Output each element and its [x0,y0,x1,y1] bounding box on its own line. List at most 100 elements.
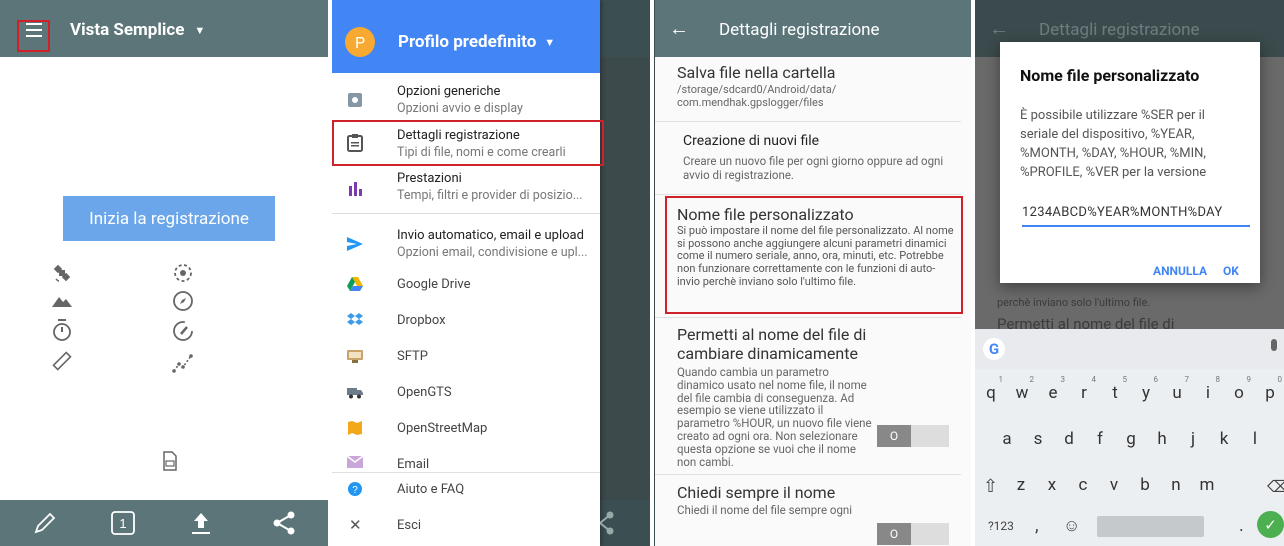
drawer-item-subtitle: Opzioni email, condivisione e upl... [397,245,588,260]
drawer-item-openstreetmap[interactable]: OpenStreetMap [330,412,600,446]
pref-custom-filename[interactable]: Nome file personalizzato Si può impostar… [665,196,963,314]
keyboard-key[interactable]: b [1131,465,1159,505]
bar-chart-icon [349,182,362,196]
navigation-drawer: P Profilo predefinito ▼ Opzioni generiche… [330,0,604,546]
drawer-item-title: SFTP [397,349,428,364]
keyboard-key[interactable]: j [1179,419,1207,459]
keyboard-key[interactable]: q1 [977,373,1005,413]
drawer-item-exit[interactable]: ✕ Esci [330,513,600,543]
keyboard-key[interactable]: y6 [1132,373,1160,413]
close-icon: ✕ [349,516,362,534]
ok-button[interactable]: OK [1223,264,1239,278]
keyboard-key[interactable]: f [1086,419,1114,459]
keyboard-key[interactable]: l [1241,419,1269,459]
cancel-button[interactable]: ANNULLA [1153,264,1207,278]
dimmed-text: perchè inviano solo l'ultimo file. [997,296,1151,309]
key-hint: 1 [998,375,1004,384]
microphone-icon[interactable] [1271,339,1277,351]
drawer-item-email[interactable]: Email [330,448,600,470]
help-icon: ? [348,482,362,496]
view-selector[interactable]: Vista Semplice ▼ [70,20,205,40]
email-icon [347,456,363,468]
keyboard-key[interactable]: z [1007,465,1035,505]
keyboard-key[interactable]: k [1210,419,1238,459]
keyboard-suggestion-bar: G [975,329,1284,369]
ask-filename-toggle[interactable]: O [877,523,949,545]
keyboard-key[interactable]: p0 [1256,373,1284,413]
main-screen: Vista Semplice ▼ Inizia la registrazione… [0,0,330,546]
satellite-icon [53,264,71,282]
annotate-pencil-icon[interactable] [32,510,58,536]
keyboard-key[interactable]: d [1055,419,1083,459]
pref-dynamic-filename[interactable]: Permetti al nome del file di cambiare di… [655,320,975,470]
pref-summary: Quando cambia un parametro dinamico usat… [677,365,872,469]
pref-summary: Chiedi il nome del file sempre ogni [677,503,853,517]
back-arrow-icon[interactable]: ← [669,16,689,41]
spacebar[interactable] [1097,516,1204,537]
enter-check-button[interactable]: ✓ [1257,511,1284,538]
keyboard-key[interactable]: r4 [1070,373,1098,413]
google-icon[interactable]: G [983,338,1005,360]
upload-icon[interactable] [188,510,214,536]
filename-input[interactable]: 1234ABCD%YEAR%MONTH%DAY [1022,205,1250,227]
symbols-key[interactable]: ?123 [988,519,1014,533]
share-icon[interactable] [271,510,297,536]
keyboard-key[interactable]: s [1024,419,1052,459]
drawer-item-google-drive[interactable]: Google Drive [330,268,600,302]
drawer-header[interactable]: P Profilo predefinito ▼ [330,0,600,73]
keyboard-key[interactable]: h [1148,419,1176,459]
file-icon [163,451,177,471]
pref-new-file[interactable]: Creazione di nuovi file Creare un nuovo … [655,122,975,194]
backspace-icon[interactable]: ⌫ [1267,477,1284,496]
keyboard-key[interactable]: i8 [1194,373,1222,413]
dynamic-filename-toggle[interactable]: O [877,425,949,447]
dimmed-title: Dettagli registrazione [1039,20,1200,40]
view-title: Vista Semplice [70,20,185,40]
shift-icon[interactable]: ⇧ [983,476,998,497]
single-point-icon[interactable]: 1 [110,510,136,536]
keyboard-key[interactable]: n [1162,465,1190,505]
period-key[interactable]: . [1239,515,1244,536]
drawer-item-autosend[interactable]: Invio automatico, email e upload Opzioni… [330,224,600,264]
filename-input-value: 1234ABCD%YEAR%MONTH%DAY [1022,205,1223,220]
drawer-item-title: Aiuto e FAQ [397,482,465,497]
start-logging-button[interactable]: Inizia la registrazione [63,196,275,241]
drawer-divider [330,213,600,214]
pref-title: Creazione di nuovi file [683,133,820,149]
gear-icon [348,93,362,107]
keyboard-key[interactable]: w2 [1008,373,1036,413]
pref-save-folder[interactable]: Salva file nella cartella /storage/sdcar… [655,57,975,125]
divider [655,194,961,195]
keyboard-key[interactable]: m [1193,465,1221,505]
key-hint: 6 [1153,375,1159,384]
keyboard-key[interactable]: a [993,419,1021,459]
drawer-item-sftp[interactable]: SFTP [330,340,600,374]
keyboard-key[interactable]: o9 [1225,373,1253,413]
status-icons [0,255,330,395]
drawer-item-dropbox[interactable]: Dropbox [330,304,600,338]
drawer-item-title: Dropbox [397,313,446,328]
drawer-item-title: Invio automatico, email e upload [397,228,584,243]
key-hint: 8 [1215,375,1221,384]
bottom-toolbar: 1 [0,500,330,546]
keyboard-row-4: ?123 , ☺ . ✓ [975,507,1284,546]
panel-separator [971,0,975,546]
share-icon [600,511,614,535]
keyboard-key[interactable]: t5 [1101,373,1129,413]
keyboard-key[interactable]: g [1117,419,1145,459]
pref-ask-filename[interactable]: Chiedi sempre il nome Chiedi il nome del… [655,476,975,546]
comma-key[interactable]: , [1035,515,1039,536]
drawer-item-opengts[interactable]: OpenGTS [330,376,600,410]
keyboard-key[interactable]: c [1069,465,1097,505]
keyboard-key[interactable]: v [1100,465,1128,505]
keyboard-key[interactable]: x [1038,465,1066,505]
details-title: Dettagli registrazione [719,20,880,40]
drawer-item-help[interactable]: ? Aiuto e FAQ [330,479,600,509]
drawer-item-general[interactable]: Opzioni generiche Opzioni avvio e displa… [330,80,600,120]
drawer-item-performance[interactable]: Prestazioni Tempi, filtri e provider di … [330,168,600,208]
logging-details-screen: ← Dettagli registrazione Salva file nell… [655,0,975,546]
start-logging-label: Inizia la registrazione [89,208,249,229]
emoji-icon[interactable]: ☺ [1063,516,1080,536]
keyboard-key[interactable]: e3 [1039,373,1067,413]
keyboard-key[interactable]: u7 [1163,373,1191,413]
